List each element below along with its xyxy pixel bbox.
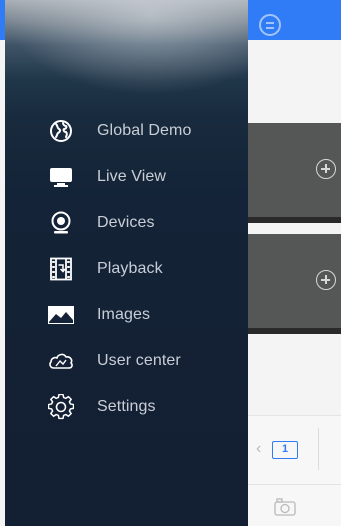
drawer-menu: Global Demo Live View Devices Playback I… xyxy=(5,108,248,430)
page-indicator[interactable]: 1 xyxy=(272,441,298,459)
snapshot-camera-icon[interactable] xyxy=(274,498,296,521)
menu-item-live-view[interactable]: Live View xyxy=(5,154,248,200)
menu-item-label: Playback xyxy=(97,260,163,277)
add-camera-icon[interactable] xyxy=(316,159,336,179)
drawer-header-image xyxy=(5,0,248,95)
gear-icon xyxy=(45,391,77,423)
prev-page-icon[interactable]: ‹ xyxy=(256,440,261,458)
monitor-icon xyxy=(45,161,77,193)
menu-item-devices[interactable]: Devices xyxy=(5,200,248,246)
menu-item-global-demo[interactable]: Global Demo xyxy=(5,108,248,154)
video-tile[interactable] xyxy=(248,123,341,223)
menu-item-images[interactable]: Images xyxy=(5,292,248,338)
add-camera-icon[interactable] xyxy=(316,270,336,290)
video-tile[interactable] xyxy=(248,234,341,334)
divider xyxy=(318,428,319,470)
divider xyxy=(248,484,341,485)
menu-toggle-icon[interactable] xyxy=(259,14,281,36)
navigation-drawer: Global Demo Live View Devices Playback I… xyxy=(5,0,248,526)
menu-item-label: Devices xyxy=(97,214,155,231)
screen: ‹ 1 Global Demo Live View Devices Playba… xyxy=(0,0,341,526)
menu-item-settings[interactable]: Settings xyxy=(5,384,248,430)
menu-item-label: Settings xyxy=(97,398,156,415)
menu-item-label: Images xyxy=(97,306,151,323)
camera-icon xyxy=(45,207,77,239)
film-playback-icon xyxy=(45,253,77,285)
menu-item-user-center[interactable]: User center xyxy=(5,338,248,384)
image-icon xyxy=(45,299,77,331)
menu-item-label: Live View xyxy=(97,168,167,185)
menu-item-label: User center xyxy=(97,352,181,369)
menu-item-label: Global Demo xyxy=(97,122,192,139)
globe-icon xyxy=(45,115,77,147)
menu-item-playback[interactable]: Playback xyxy=(5,246,248,292)
cloud-icon xyxy=(45,345,77,377)
